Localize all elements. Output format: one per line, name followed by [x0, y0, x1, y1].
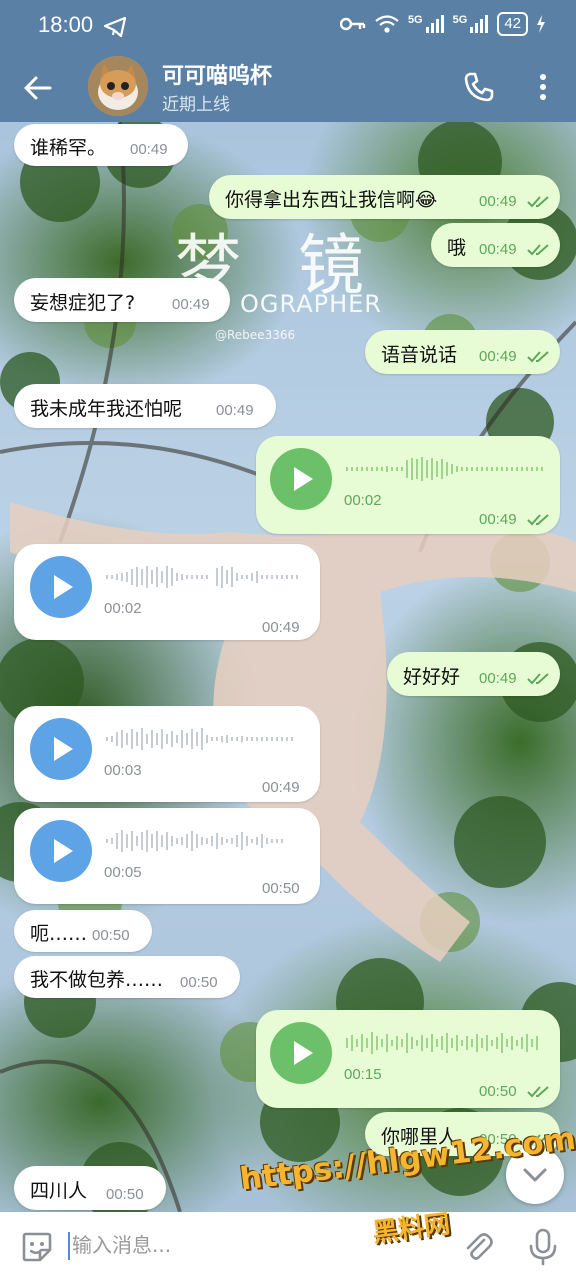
key-icon: [339, 17, 366, 31]
phone-icon[interactable]: [462, 70, 496, 104]
message-incoming[interactable]: 四川人 00:50: [14, 1166, 166, 1210]
message-time: 00:50: [262, 880, 300, 897]
network-label-2: 5G: [452, 14, 468, 26]
message-time: 00:50: [106, 1186, 144, 1203]
contact-status: 近期上线: [162, 95, 230, 115]
voice-message-outgoing[interactable]: 00:02 00:49: [256, 436, 560, 534]
voice-waveform: [346, 1032, 538, 1054]
microphone-icon[interactable]: [528, 1228, 558, 1266]
message-text: 语音说话: [381, 344, 458, 366]
message-time: 00:49: [479, 193, 517, 210]
status-time: 18:00: [38, 12, 94, 37]
voice-message-outgoing[interactable]: 00:15 00:50: [256, 1010, 560, 1108]
voice-message-incoming[interactable]: 00:05 00:50: [14, 808, 320, 904]
play-icon: [54, 839, 73, 863]
message-time: 00:49: [262, 779, 300, 796]
charging-icon: [537, 15, 545, 33]
signal-icon-1: [425, 15, 444, 33]
message-text: 好好好: [403, 666, 461, 688]
wallpaper-subtitle: OGRAPHER: [240, 290, 382, 318]
more-options-icon[interactable]: [530, 70, 556, 104]
read-receipt-icon: [527, 1086, 549, 1098]
wifi-icon: [375, 15, 399, 33]
contact-name[interactable]: 可可喵呜杯: [162, 58, 272, 90]
message-text: 妄想症犯了?: [30, 292, 136, 314]
voice-duration: 00:03: [104, 762, 142, 779]
voice-message-incoming[interactable]: 00:03 00:49: [14, 706, 320, 802]
message-time: 00:50: [92, 927, 130, 944]
paperclip-icon[interactable]: [462, 1230, 494, 1264]
message-outgoing[interactable]: 好好好 00:49: [387, 652, 560, 696]
telegram-icon: [104, 17, 126, 37]
play-button[interactable]: [30, 820, 92, 882]
read-receipt-icon: [527, 673, 549, 685]
voice-message-incoming[interactable]: 00:02 00:49: [14, 544, 320, 640]
voice-waveform: [346, 457, 543, 481]
status-icons: 5G 5G 42: [339, 12, 546, 36]
read-receipt-icon: [527, 196, 549, 208]
voice-waveform: [106, 830, 283, 852]
message-incoming[interactable]: 谁稀罕。 00:49: [14, 124, 188, 166]
play-button[interactable]: [30, 718, 92, 780]
message-time: 00:49: [479, 511, 517, 528]
message-incoming[interactable]: 呃…… 00:50: [14, 910, 152, 952]
battery-indicator: 42: [497, 12, 528, 36]
message-time: 00:49: [130, 141, 168, 158]
back-arrow-icon[interactable]: [20, 70, 56, 106]
message-text: 谁稀罕。: [30, 137, 107, 159]
message-time: 00:49: [479, 670, 517, 687]
message-incoming[interactable]: 妄想症犯了? 00:49: [14, 278, 230, 322]
play-icon: [54, 575, 73, 599]
message-time: 00:50: [479, 1083, 517, 1100]
read-receipt-icon: [527, 351, 549, 363]
play-icon: [54, 737, 73, 761]
read-receipt-icon: [527, 514, 549, 526]
message-text: 我不做包养……: [30, 969, 164, 991]
read-receipt-icon: [527, 244, 549, 256]
message-time: 00:50: [180, 974, 218, 991]
message-outgoing[interactable]: 语音说话 00:49: [365, 330, 560, 374]
message-text: 哦: [447, 237, 467, 259]
message-time: 00:49: [479, 348, 517, 365]
chat-header: 可可喵呜杯 近期上线: [0, 52, 576, 122]
message-text: 你得拿出东西让我信啊😂: [225, 189, 438, 211]
message-incoming[interactable]: 我未成年我还怕呢 00:49: [14, 384, 276, 428]
message-time: 00:49: [479, 241, 517, 258]
voice-duration: 00:02: [344, 492, 382, 509]
voice-duration: 00:02: [104, 600, 142, 617]
message-outgoing[interactable]: 哦 00:49: [431, 223, 560, 267]
sticker-emoji-icon[interactable]: [20, 1230, 54, 1264]
text-cursor: [68, 1232, 70, 1260]
voice-duration: 00:05: [104, 864, 142, 881]
message-outgoing[interactable]: 你得拿出东西让我信啊😂 00:49: [209, 175, 560, 219]
wallpaper-handle: @Rebee3366: [215, 328, 296, 342]
message-incoming[interactable]: 我不做包养…… 00:50: [14, 956, 240, 998]
play-icon: [294, 1041, 313, 1065]
status-bar: 18:00 5G 5G 42: [0, 0, 576, 52]
message-time: 00:49: [216, 402, 254, 419]
message-text: 四川人: [30, 1180, 88, 1202]
play-icon: [294, 467, 313, 491]
message-time: 00:49: [262, 619, 300, 636]
network-label-1: 5G: [407, 14, 423, 26]
voice-waveform: [106, 566, 298, 588]
voice-duration: 00:15: [344, 1066, 382, 1083]
voice-waveform: [106, 728, 293, 750]
message-input-bar: [0, 1212, 576, 1280]
message-text: 呃……: [30, 923, 88, 945]
play-button[interactable]: [30, 556, 92, 618]
signal-icon-2: [470, 15, 489, 33]
play-button[interactable]: [270, 1022, 332, 1084]
play-button[interactable]: [270, 448, 332, 510]
cat-avatar-icon: [88, 56, 148, 116]
avatar[interactable]: [88, 56, 148, 116]
message-time: 00:49: [172, 296, 210, 313]
message-text: 我未成年我还怕呢: [30, 398, 183, 420]
